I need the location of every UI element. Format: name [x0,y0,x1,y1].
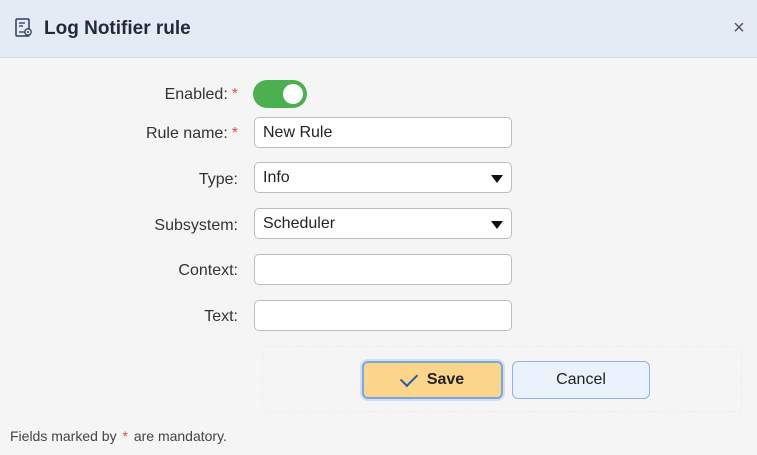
subsystem-label-text: Subsystem: [154,217,238,234]
enabled-label-text: Enabled: [164,86,228,103]
type-selected-value: Info [263,169,290,186]
subsystem-select[interactable]: Scheduler [254,208,512,239]
close-button[interactable]: × [727,16,751,40]
rule-name-label-text: Rule name: [145,125,228,142]
log-notifier-rule-dialog: Log Notifier rule × Enabled: * Rule name:… [0,0,757,455]
toggle-knob [283,84,303,104]
type-label-text: Type: [198,171,238,188]
check-icon [399,368,419,388]
text-input[interactable] [254,300,512,331]
dialog-title-bar: Log Notifier rule × [0,0,757,58]
context-label: Context: [38,262,238,280]
required-marker: * [122,428,128,444]
text-label: Text: [38,308,238,326]
dialog-title: Log Notifier rule [44,18,191,39]
required-marker: * [231,86,238,103]
save-button-label: Save [426,371,465,388]
cancel-button[interactable]: Cancel [512,361,650,399]
close-icon: × [733,17,745,39]
save-button[interactable]: Save [362,361,503,399]
rule-name-label: Rule name: * [38,125,238,143]
context-input[interactable] [254,254,512,285]
subsystem-label: Subsystem: [38,217,238,235]
dropdown-arrow-icon [491,175,503,183]
enabled-label: Enabled: * [38,86,238,104]
mandatory-fields-note: Fields marked by * are mandatory. [10,428,227,444]
context-label-text: Context: [178,262,238,279]
subsystem-selected-value: Scheduler [263,215,336,232]
type-label: Type: [38,171,238,189]
text-label-text: Text: [204,308,238,325]
dropdown-arrow-icon [491,221,503,229]
rule-name-input[interactable] [254,117,512,148]
enabled-toggle[interactable] [253,80,307,108]
type-select[interactable]: Info [254,162,512,193]
note-text-before: Fields marked by [10,428,117,444]
cancel-button-label: Cancel [556,371,606,388]
note-text-after: are mandatory. [133,428,227,444]
required-marker: * [231,125,238,142]
document-settings-icon [15,18,32,37]
